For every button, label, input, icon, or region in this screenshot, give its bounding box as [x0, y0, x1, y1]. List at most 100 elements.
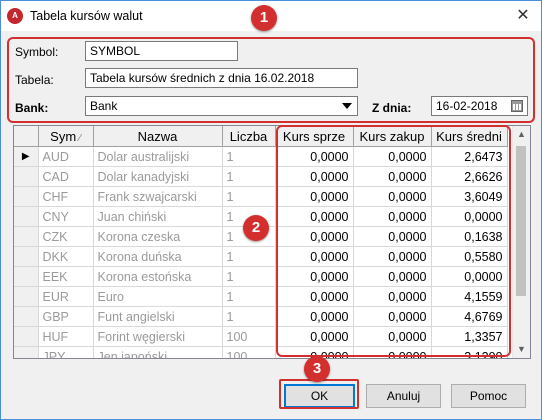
- cell-kurs-sprzedazy[interactable]: 0,0000: [275, 306, 354, 327]
- cell-liczba[interactable]: 1: [222, 246, 276, 267]
- vertical-scrollbar[interactable]: ▲ ▼: [512, 126, 530, 358]
- cell-nazwa[interactable]: Dolar kanadyjski: [93, 166, 223, 187]
- dialog-window: A Tabela kursów walut ✕ Symbol: SYMBOL T…: [0, 0, 542, 420]
- row-indicator: [14, 286, 39, 307]
- cell-kurs-zakupu[interactable]: 0,0000: [353, 286, 432, 307]
- cell-kurs-zakupu[interactable]: 0,0000: [353, 346, 432, 358]
- cell-sym[interactable]: HUF: [38, 326, 94, 347]
- cell-sym[interactable]: GBP: [38, 306, 94, 327]
- table-row[interactable]: DKK Korona duńska 1 0,0000 0,0000 0,5580: [14, 246, 508, 267]
- cell-kurs-sredni[interactable]: 4,1559: [431, 286, 508, 307]
- cell-kurs-sredni[interactable]: 4,6769: [431, 306, 508, 327]
- cell-kurs-sredni[interactable]: 3,6049: [431, 186, 508, 207]
- table-row[interactable]: CAD Dolar kanadyjski 1 0,0000 0,0000 2,6626: [14, 166, 508, 187]
- cell-kurs-sprzedazy[interactable]: 0,0000: [275, 286, 354, 307]
- bank-select[interactable]: Bank: [85, 96, 358, 116]
- tabela-label: Tabela:: [15, 73, 54, 87]
- cell-kurs-zakupu[interactable]: 0,0000: [353, 266, 432, 287]
- chevron-down-icon[interactable]: [342, 103, 352, 109]
- column-header-kurs-sredni[interactable]: Kurs średni: [431, 126, 508, 147]
- cell-sym[interactable]: CZK: [38, 226, 94, 247]
- cell-nazwa[interactable]: Funt angielski: [93, 306, 223, 327]
- cell-liczba[interactable]: 100: [222, 346, 276, 358]
- cell-nazwa[interactable]: Forint węgierski: [93, 326, 223, 347]
- cell-liczba[interactable]: 1: [222, 146, 276, 167]
- column-header-kurs-zakupu[interactable]: Kurs zakup: [353, 126, 432, 147]
- cell-kurs-zakupu[interactable]: 0,0000: [353, 186, 432, 207]
- app-logo-icon: A: [7, 8, 23, 24]
- column-header-nazwa[interactable]: Nazwa: [93, 126, 223, 147]
- cancel-button[interactable]: Anuluj: [366, 384, 441, 408]
- table-row[interactable]: EEK Korona estońska 1 0,0000 0,0000 0,0000: [14, 266, 508, 287]
- table-row[interactable]: CHF Frank szwajcarski 1 0,0000 0,0000 3,6049: [14, 186, 508, 207]
- cell-liczba[interactable]: 1: [222, 286, 276, 307]
- scroll-down-icon[interactable]: ▼: [513, 341, 530, 358]
- cell-nazwa[interactable]: Dolar australijski: [93, 146, 223, 167]
- cell-kurs-sredni[interactable]: 0,5580: [431, 246, 508, 267]
- scroll-thumb[interactable]: [516, 146, 526, 296]
- cell-kurs-sprzedazy[interactable]: 0,0000: [275, 326, 354, 347]
- cell-kurs-sprzedazy[interactable]: 0,0000: [275, 226, 354, 247]
- cell-liczba[interactable]: 1: [222, 266, 276, 287]
- cell-nazwa[interactable]: Frank szwajcarski: [93, 186, 223, 207]
- cell-liczba[interactable]: 1: [222, 186, 276, 207]
- cell-kurs-sprzedazy[interactable]: 0,0000: [275, 266, 354, 287]
- cell-sym[interactable]: EEK: [38, 266, 94, 287]
- cell-kurs-sprzedazy[interactable]: 0,0000: [275, 206, 354, 227]
- cell-nazwa[interactable]: Juan chiński: [93, 206, 223, 227]
- cell-sym[interactable]: JPY: [38, 346, 94, 358]
- cell-nazwa[interactable]: Korona duńska: [93, 246, 223, 267]
- cell-nazwa[interactable]: Korona czeska: [93, 226, 223, 247]
- help-button[interactable]: Pomoc: [451, 384, 526, 408]
- column-header-liczba[interactable]: Liczba: [222, 126, 276, 147]
- table-row[interactable]: JPY Jen japoński 100 0,0000 0,0000 3,1290: [14, 346, 508, 358]
- cell-liczba[interactable]: 100: [222, 326, 276, 347]
- cell-kurs-sredni[interactable]: 2,6473: [431, 146, 508, 167]
- table-row[interactable]: ▶ AUD Dolar australijski 1 0,0000 0,0000 2,647…: [14, 146, 508, 167]
- date-picker[interactable]: 16-02-2018: [431, 96, 528, 116]
- cell-kurs-sredni[interactable]: 1,3357: [431, 326, 508, 347]
- cell-nazwa[interactable]: Korona estońska: [93, 266, 223, 287]
- cell-kurs-sredni[interactable]: 0,0000: [431, 206, 508, 227]
- cell-kurs-sredni[interactable]: 0,0000: [431, 266, 508, 287]
- currency-grid[interactable]: Sym ⁄ Nazwa Liczba Kurs sprze Kurs zakup …: [13, 125, 531, 359]
- cell-kurs-zakupu[interactable]: 0,0000: [353, 166, 432, 187]
- cell-nazwa[interactable]: Jen japoński: [93, 346, 223, 358]
- cell-kurs-sprzedazy[interactable]: 0,0000: [275, 186, 354, 207]
- cell-kurs-zakupu[interactable]: 0,0000: [353, 226, 432, 247]
- table-row[interactable]: GBP Funt angielski 1 0,0000 0,0000 4,6769: [14, 306, 508, 327]
- cell-liczba[interactable]: 1: [222, 306, 276, 327]
- cell-kurs-sprzedazy[interactable]: 0,0000: [275, 246, 354, 267]
- cell-kurs-sprzedazy[interactable]: 0,0000: [275, 166, 354, 187]
- calendar-icon[interactable]: [511, 100, 523, 112]
- cell-kurs-sredni[interactable]: 2,6626: [431, 166, 508, 187]
- cell-kurs-zakupu[interactable]: 0,0000: [353, 146, 432, 167]
- cell-sym[interactable]: AUD: [38, 146, 94, 167]
- close-button[interactable]: ✕: [505, 1, 541, 31]
- cell-kurs-zakupu[interactable]: 0,0000: [353, 326, 432, 347]
- ok-button[interactable]: OK: [284, 384, 355, 408]
- cell-sym[interactable]: CAD: [38, 166, 94, 187]
- cell-kurs-sredni[interactable]: 3,1290: [431, 346, 508, 358]
- cell-sym[interactable]: CHF: [38, 186, 94, 207]
- row-indicator: [14, 266, 39, 287]
- cell-nazwa[interactable]: Euro: [93, 286, 223, 307]
- cell-sym[interactable]: CNY: [38, 206, 94, 227]
- cell-kurs-zakupu[interactable]: 0,0000: [353, 246, 432, 267]
- cell-sym[interactable]: DKK: [38, 246, 94, 267]
- cell-sym[interactable]: EUR: [38, 286, 94, 307]
- cell-kurs-sprzedazy[interactable]: 0,0000: [275, 146, 354, 167]
- symbol-field[interactable]: SYMBOL: [85, 41, 238, 61]
- column-header-kurs-sprzedazy[interactable]: Kurs sprze: [275, 126, 354, 147]
- currency-table: Sym ⁄ Nazwa Liczba Kurs sprze Kurs zakup …: [14, 126, 508, 358]
- table-row[interactable]: HUF Forint węgierski 100 0,0000 0,0000 1,3357: [14, 326, 508, 347]
- row-indicator: [14, 186, 39, 207]
- column-header-sym[interactable]: Sym ⁄: [38, 126, 94, 147]
- tabela-field[interactable]: Tabela kursów średnich z dnia 16.02.2018: [85, 68, 358, 88]
- scroll-up-icon[interactable]: ▲: [513, 126, 530, 143]
- cell-kurs-zakupu[interactable]: 0,0000: [353, 206, 432, 227]
- cell-kurs-sredni[interactable]: 0,1638: [431, 226, 508, 247]
- cell-kurs-zakupu[interactable]: 0,0000: [353, 306, 432, 327]
- table-row[interactable]: EUR Euro 1 0,0000 0,0000 4,1559: [14, 286, 508, 307]
- cell-liczba[interactable]: 1: [222, 166, 276, 187]
